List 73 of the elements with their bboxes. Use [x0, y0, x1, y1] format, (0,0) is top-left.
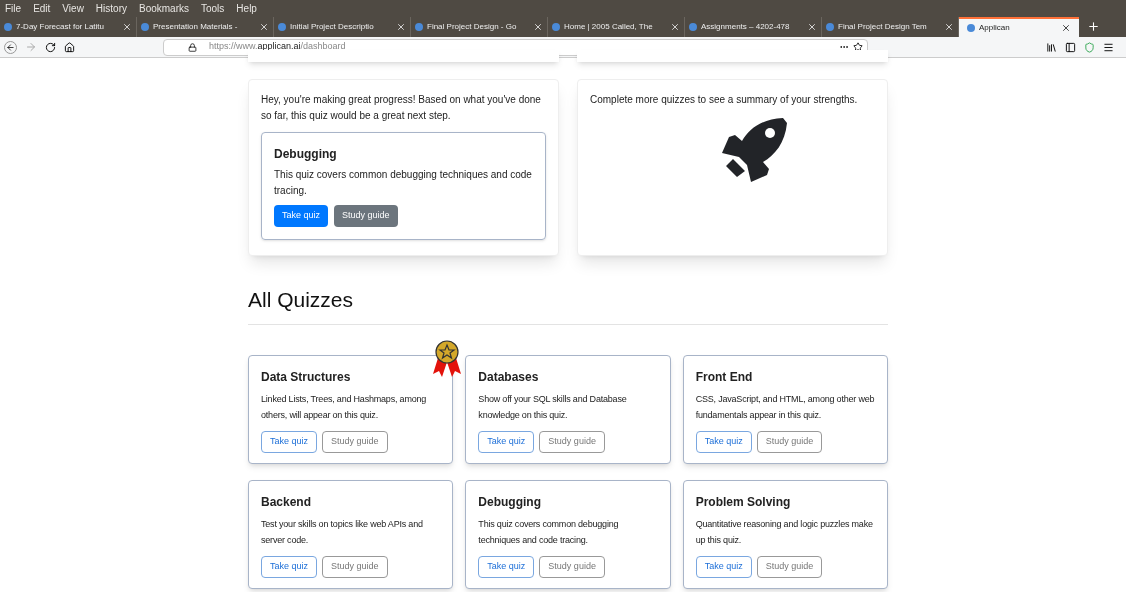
- take-quiz-button[interactable]: Take quiz: [261, 555, 318, 578]
- quiz-title: Debugging: [274, 146, 338, 163]
- quiz-description: CSS, JavaScript, and HTML, among other web fundamentals appear in this quiz.: [695, 392, 875, 422]
- study-guide-button[interactable]: Study guide: [539, 555, 605, 578]
- menu-item[interactable]: Bookmarks: [139, 1, 189, 16]
- study-guide-button[interactable]: Study guide: [322, 430, 388, 453]
- close-icon[interactable]: [533, 22, 543, 32]
- quiz-title: Databases: [478, 368, 540, 386]
- site-icon: [826, 23, 834, 31]
- site-icon: [967, 24, 975, 32]
- tab-title: Final Project Design - Go: [427, 21, 518, 33]
- menu-item[interactable]: Help: [236, 1, 257, 16]
- quiz-title: Problem Solving: [695, 493, 792, 511]
- quiz-title: Backend: [261, 493, 313, 511]
- site-icon: [689, 23, 697, 31]
- site-icon: [552, 23, 560, 31]
- quiz-description: Linked Lists, Trees, and Hashmaps, among others, will appear on this quiz.: [261, 392, 428, 422]
- close-icon[interactable]: [670, 22, 680, 32]
- take-quiz-button[interactable]: Take quiz: [478, 430, 535, 453]
- browser-tab[interactable]: Applican: [959, 17, 1079, 37]
- tab-title: Home | 2005 Called, The: [564, 21, 654, 33]
- recommendation-text: Hey, you're making great progress! Based on what you've done so far, this quiz would be a great next step.: [261, 93, 542, 123]
- close-icon[interactable]: [259, 22, 269, 32]
- study-guide-button[interactable]: Study guide: [756, 555, 823, 578]
- take-quiz-button[interactable]: Take quiz: [261, 430, 318, 453]
- quiz-description: Quantitative reasoning and logic puzzles make up this quiz.: [695, 517, 874, 547]
- menu-item[interactable]: History: [95, 1, 127, 16]
- tab-title: Presentation Materials -: [153, 21, 239, 33]
- site-icon: [278, 23, 286, 31]
- home-icon[interactable]: [64, 41, 75, 53]
- url-text: https://www.applican.ai/dashboard: [209, 40, 346, 54]
- menu-item[interactable]: View: [62, 1, 84, 16]
- quiz-title: Front End: [695, 368, 754, 386]
- menu-item[interactable]: File: [5, 1, 22, 16]
- study-guide-button[interactable]: Study guide: [539, 430, 605, 453]
- site-icon: [415, 23, 423, 31]
- award-ribbon-icon: [432, 339, 463, 378]
- study-guide-button[interactable]: Study guide: [322, 555, 388, 578]
- tab-title: Initial Project Descriptio: [290, 21, 375, 33]
- tab-title: Assignments – 4202-478: [701, 21, 791, 33]
- menu-item[interactable]: Edit: [33, 1, 51, 16]
- close-icon[interactable]: [1061, 23, 1071, 33]
- menu-icon[interactable]: [1103, 41, 1114, 53]
- reload-icon[interactable]: [45, 41, 56, 53]
- close-icon[interactable]: [396, 22, 406, 32]
- quiz-title: Data Structures: [261, 368, 352, 386]
- quiz-description: This quiz covers common debugging techniques and code tracing.: [478, 517, 620, 547]
- take-quiz-button[interactable]: Take quiz: [478, 555, 535, 578]
- close-icon[interactable]: [944, 22, 954, 32]
- take-quiz-button[interactable]: Take quiz: [695, 555, 752, 578]
- menu-item[interactable]: Tools: [201, 1, 225, 16]
- sidebar-icon[interactable]: [1065, 41, 1076, 53]
- close-icon[interactable]: [122, 22, 132, 32]
- close-icon[interactable]: [807, 22, 817, 32]
- take-quiz-button[interactable]: Take quiz: [274, 205, 329, 227]
- study-guide-button[interactable]: Study guide: [334, 205, 398, 227]
- quiz-description: This quiz covers common debugging techniques and code tracing.: [274, 168, 533, 198]
- tab-title: 7-Day Forecast for Latitu: [16, 21, 106, 33]
- tab-title: Applican: [979, 22, 1011, 34]
- study-guide-button[interactable]: Study guide: [756, 430, 823, 453]
- tab-title: Final Project Design Tem: [838, 21, 928, 33]
- quiz-description: Show off your SQL skills and Database knowledge on this quiz.: [478, 392, 628, 422]
- quiz-title: Debugging: [478, 493, 542, 511]
- library-icon[interactable]: [1046, 41, 1057, 53]
- new-tab-icon[interactable]: [1087, 20, 1100, 33]
- site-icon: [141, 23, 149, 31]
- site-icon: [4, 23, 12, 31]
- lock-icon: [188, 42, 197, 52]
- take-quiz-button[interactable]: Take quiz: [695, 430, 752, 453]
- strengths-text: Complete more quizzes to see a summary of your strengths.: [590, 93, 858, 107]
- section-heading: All Quizzes: [248, 287, 355, 313]
- bookmark-star-icon[interactable]: [853, 42, 863, 52]
- quiz-description: Test your skills on topics like web APIs and server code.: [261, 517, 424, 547]
